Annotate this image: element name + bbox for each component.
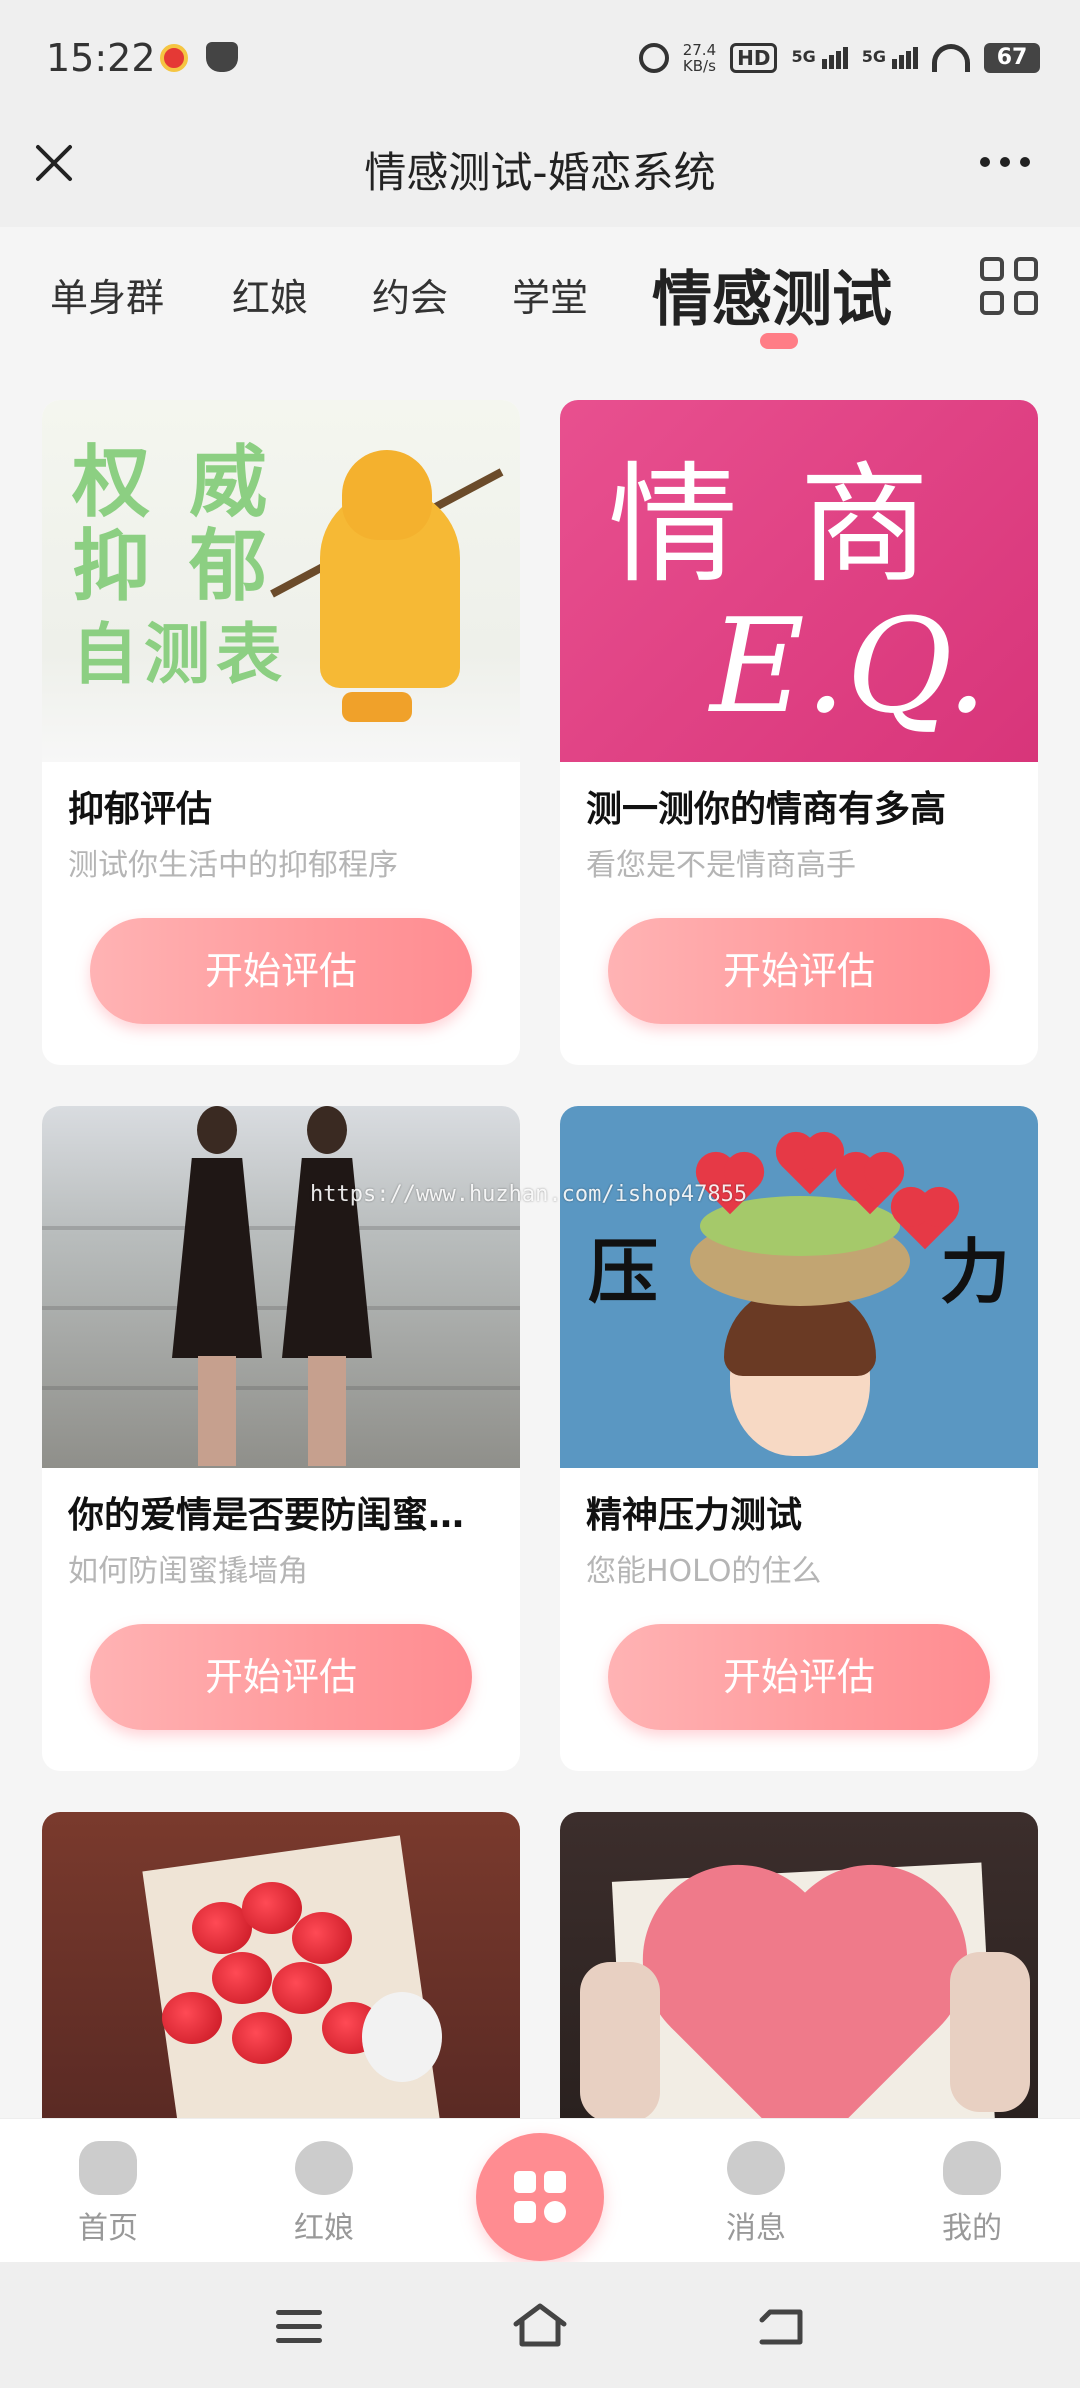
- nav-label: 首页: [78, 2211, 138, 2246]
- net-speed: 27.4 KB/s: [683, 42, 716, 74]
- page-title: 情感测试-婚恋系统: [364, 148, 716, 197]
- card-title: 抑郁评估: [68, 789, 213, 830]
- card-image: [42, 1812, 520, 2118]
- card-image: [42, 1106, 520, 1468]
- card-image: 情 商 E.Q.: [560, 400, 1038, 762]
- tab-academy[interactable]: 学堂: [512, 267, 588, 322]
- image-text: 压: [588, 1231, 658, 1313]
- message-icon: [727, 2141, 785, 2195]
- battery-icon: 67: [984, 43, 1040, 73]
- tab-singles[interactable]: 单身群: [50, 267, 164, 322]
- card-image: 压 力: [560, 1106, 1038, 1468]
- tab-matchmaker[interactable]: 红娘: [232, 267, 308, 322]
- profile-icon: [943, 2141, 1001, 2195]
- card-title: 你的爱情是否要防闺蜜…: [68, 1495, 465, 1536]
- test-card[interactable]: 权 威 抑 郁 自测表 抑郁评估 测试你生活中的抑郁程序 开始评估: [42, 400, 520, 1065]
- nav-label: 我的: [942, 2211, 1002, 2246]
- tab-emotion-test[interactable]: 情感测试: [652, 251, 892, 338]
- card-title: 精神压力测试: [586, 1495, 803, 1536]
- back-icon[interactable]: [756, 2306, 804, 2346]
- home-icon: [79, 2141, 137, 2195]
- net-speed-unit: KB/s: [682, 57, 716, 75]
- grid-icon[interactable]: [980, 257, 1040, 317]
- test-card[interactable]: [42, 1812, 520, 2118]
- start-assessment-button[interactable]: 开始评估: [608, 1624, 990, 1730]
- apps-button[interactable]: [476, 2133, 604, 2261]
- image-text: 自测表: [72, 616, 288, 693]
- matchmaker-icon: [295, 2141, 353, 2195]
- nav-matchmaker[interactable]: 红娘: [254, 2141, 394, 2247]
- more-icon[interactable]: [980, 157, 1030, 167]
- card-desc: 如何防闺蜜撬墙角: [68, 1554, 308, 1589]
- app-notification-icon: [160, 44, 188, 72]
- watermark: https://www.huzhan.com/ishop47855: [310, 1182, 748, 1207]
- nav-label: 消息: [726, 2211, 786, 2246]
- app-notification-icon-2: [206, 42, 238, 72]
- tab-indicator: [760, 333, 798, 349]
- status-bar: 15:22 27.4 KB/s HD 5G 5G 67: [0, 0, 1080, 115]
- bottom-nav: 首页 红娘 消息 我的: [0, 2118, 1080, 2262]
- hd-icon: HD: [730, 43, 778, 73]
- card-desc: 测试你生活中的抑郁程序: [68, 848, 398, 883]
- image-text: E.Q.: [710, 590, 988, 742]
- signal-icon-2: 5G: [862, 47, 918, 69]
- home-button-icon[interactable]: [512, 2302, 568, 2348]
- header-bar: 情感测试-婚恋系统: [0, 115, 1080, 227]
- signal-icon-1: 5G: [791, 47, 848, 69]
- card-image: 权 威 抑 郁 自测表: [42, 400, 520, 762]
- image-text: 权 威: [72, 438, 274, 528]
- nav-messages[interactable]: 消息: [686, 2141, 826, 2247]
- card-desc: 您能HOLO的住么: [586, 1554, 822, 1589]
- alarm-icon: [638, 43, 669, 73]
- image-text: 情 商: [608, 449, 940, 601]
- wifi-icon: [932, 44, 970, 72]
- menu-icon[interactable]: [276, 2310, 322, 2344]
- status-time: 15:22: [46, 36, 156, 80]
- image-text: 抑 郁: [72, 522, 274, 612]
- card-desc: 看您是不是情商高手: [586, 848, 856, 883]
- category-tabs: 单身群 红娘 约会 学堂 情感测试: [0, 227, 1080, 360]
- signal-label-2: 5G: [861, 47, 886, 66]
- test-card[interactable]: [560, 1812, 1038, 2118]
- status-icons: 27.4 KB/s HD 5G 5G 67: [638, 38, 1040, 78]
- test-card[interactable]: 情 商 E.Q. 测一测你的情商有多高 看您是不是情商高手 开始评估: [560, 400, 1038, 1065]
- image-text: 力: [940, 1231, 1010, 1313]
- start-assessment-button[interactable]: 开始评估: [608, 918, 990, 1024]
- tab-dating[interactable]: 约会: [372, 267, 448, 322]
- card-title: 测一测你的情商有多高: [586, 789, 947, 830]
- system-nav-bar: [0, 2262, 1080, 2388]
- signal-label-1: 5G: [791, 47, 816, 66]
- nav-profile[interactable]: 我的: [902, 2141, 1042, 2247]
- start-assessment-button[interactable]: 开始评估: [90, 1624, 472, 1730]
- nav-home[interactable]: 首页: [38, 2141, 178, 2247]
- card-image: [560, 1812, 1038, 2118]
- nav-label: 红娘: [294, 2211, 354, 2246]
- start-assessment-button[interactable]: 开始评估: [90, 918, 472, 1024]
